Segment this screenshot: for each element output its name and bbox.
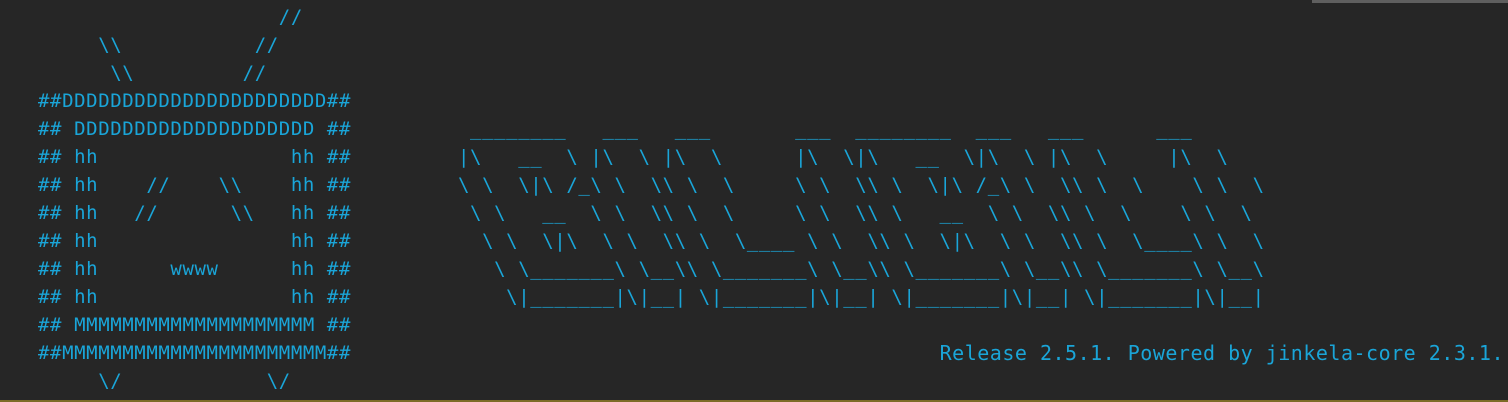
top-edge-rule [1312,0,1508,3]
terminal-window[interactable]: // \\ // \\ // ##DDDDDDDDDDDDDDDDDDDDDD#… [0,0,1508,402]
banner-ascii-logo: ________ ___ ___ ___ ________ ___ ___ __… [458,118,1265,308]
release-info-text: Release 2.5.1. Powered by jinkela-core 2… [939,341,1504,365]
tv-ascii-art: // \\ // \\ // ##DDDDDDDDDDDDDDDDDDDDDD#… [38,6,352,392]
